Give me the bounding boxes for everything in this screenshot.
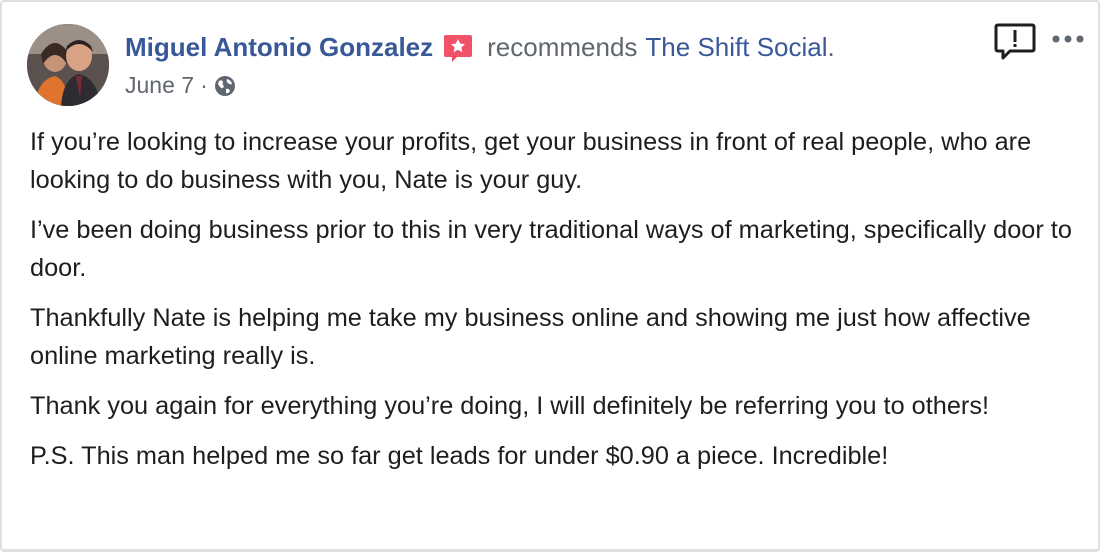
avatar-photo [27,24,109,106]
author-avatar[interactable] [27,24,109,106]
page-name-link[interactable]: The Shift Social [645,30,827,64]
report-icon[interactable] [994,22,1036,62]
post-body: If you’re looking to increase your profi… [30,123,1090,487]
recommendation-card: Miguel Antonio Gonzalez recommends The S… [0,0,1100,552]
post-paragraph: P.S. This man helped me so far get leads… [30,442,889,470]
post-date-link[interactable]: June 7 [125,72,194,99]
meta-separator: · [200,72,208,98]
post-paragraph: I’ve been doing business prior to this i… [30,216,1072,282]
more-options-icon[interactable] [1050,32,1086,46]
post-meta: June 7 · [125,72,236,99]
star-badge-icon [443,33,473,63]
post-paragraph: Thank you again for everything you’re do… [30,392,989,420]
page-suffix: . [827,32,835,62]
author-name-link[interactable]: Miguel Antonio Gonzalez [125,30,433,64]
post-paragraph: If you’re looking to increase your profi… [30,128,1032,194]
recommends-text: recommends [487,32,638,62]
post-header: Miguel Antonio Gonzalez recommends The S… [125,30,835,64]
globe-icon[interactable] [214,75,236,97]
post-paragraph: Thankfully Nate is helping me take my bu… [30,304,1031,370]
